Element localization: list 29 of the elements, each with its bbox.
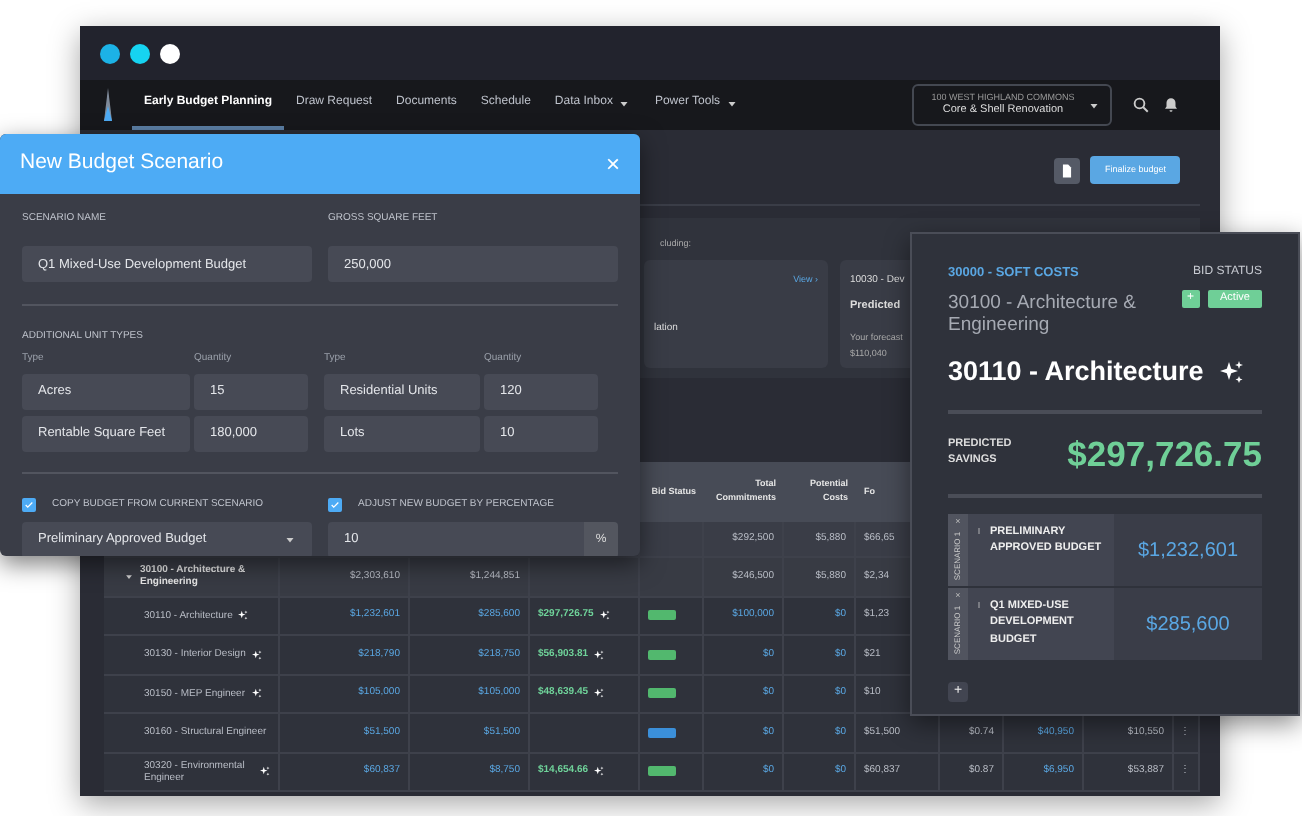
savings-amount: $297,726.75	[1067, 431, 1262, 478]
sparkle-icon	[594, 649, 605, 660]
checkbox[interactable]	[22, 497, 36, 512]
logo-icon	[100, 87, 116, 123]
sparkle-icon	[251, 649, 262, 660]
document-button[interactable]	[1054, 157, 1081, 183]
dialog-title: New Budget Scenario	[20, 148, 224, 179]
window-dot[interactable]	[100, 43, 120, 63]
check-icon	[24, 499, 34, 510]
window-dot[interactable]	[160, 43, 180, 63]
sparkle-icon	[594, 688, 605, 699]
parent-code: 30100 - Architecture & Engineering	[948, 293, 1138, 338]
sparkle-icon	[238, 610, 249, 621]
checkbox[interactable]	[328, 497, 342, 512]
window-dot[interactable]	[130, 43, 150, 63]
sparkle-icon	[260, 766, 270, 777]
bell-icon[interactable]	[1162, 96, 1180, 114]
sparkle-icon	[599, 610, 610, 621]
scenario-amount: $285,600	[1114, 588, 1262, 661]
sparkle-icon	[251, 688, 261, 699]
scenario-amount: $1,232,601	[1114, 514, 1262, 587]
check-icon	[330, 499, 340, 510]
item-title: 30110 - Architecture	[948, 353, 1204, 390]
search-icon[interactable]	[1132, 96, 1150, 114]
caret-icon	[284, 534, 296, 546]
sparkle-icon	[594, 766, 605, 777]
caret-icon	[1088, 99, 1100, 111]
sparkle-icon	[1219, 359, 1244, 384]
document-icon	[1060, 163, 1075, 177]
